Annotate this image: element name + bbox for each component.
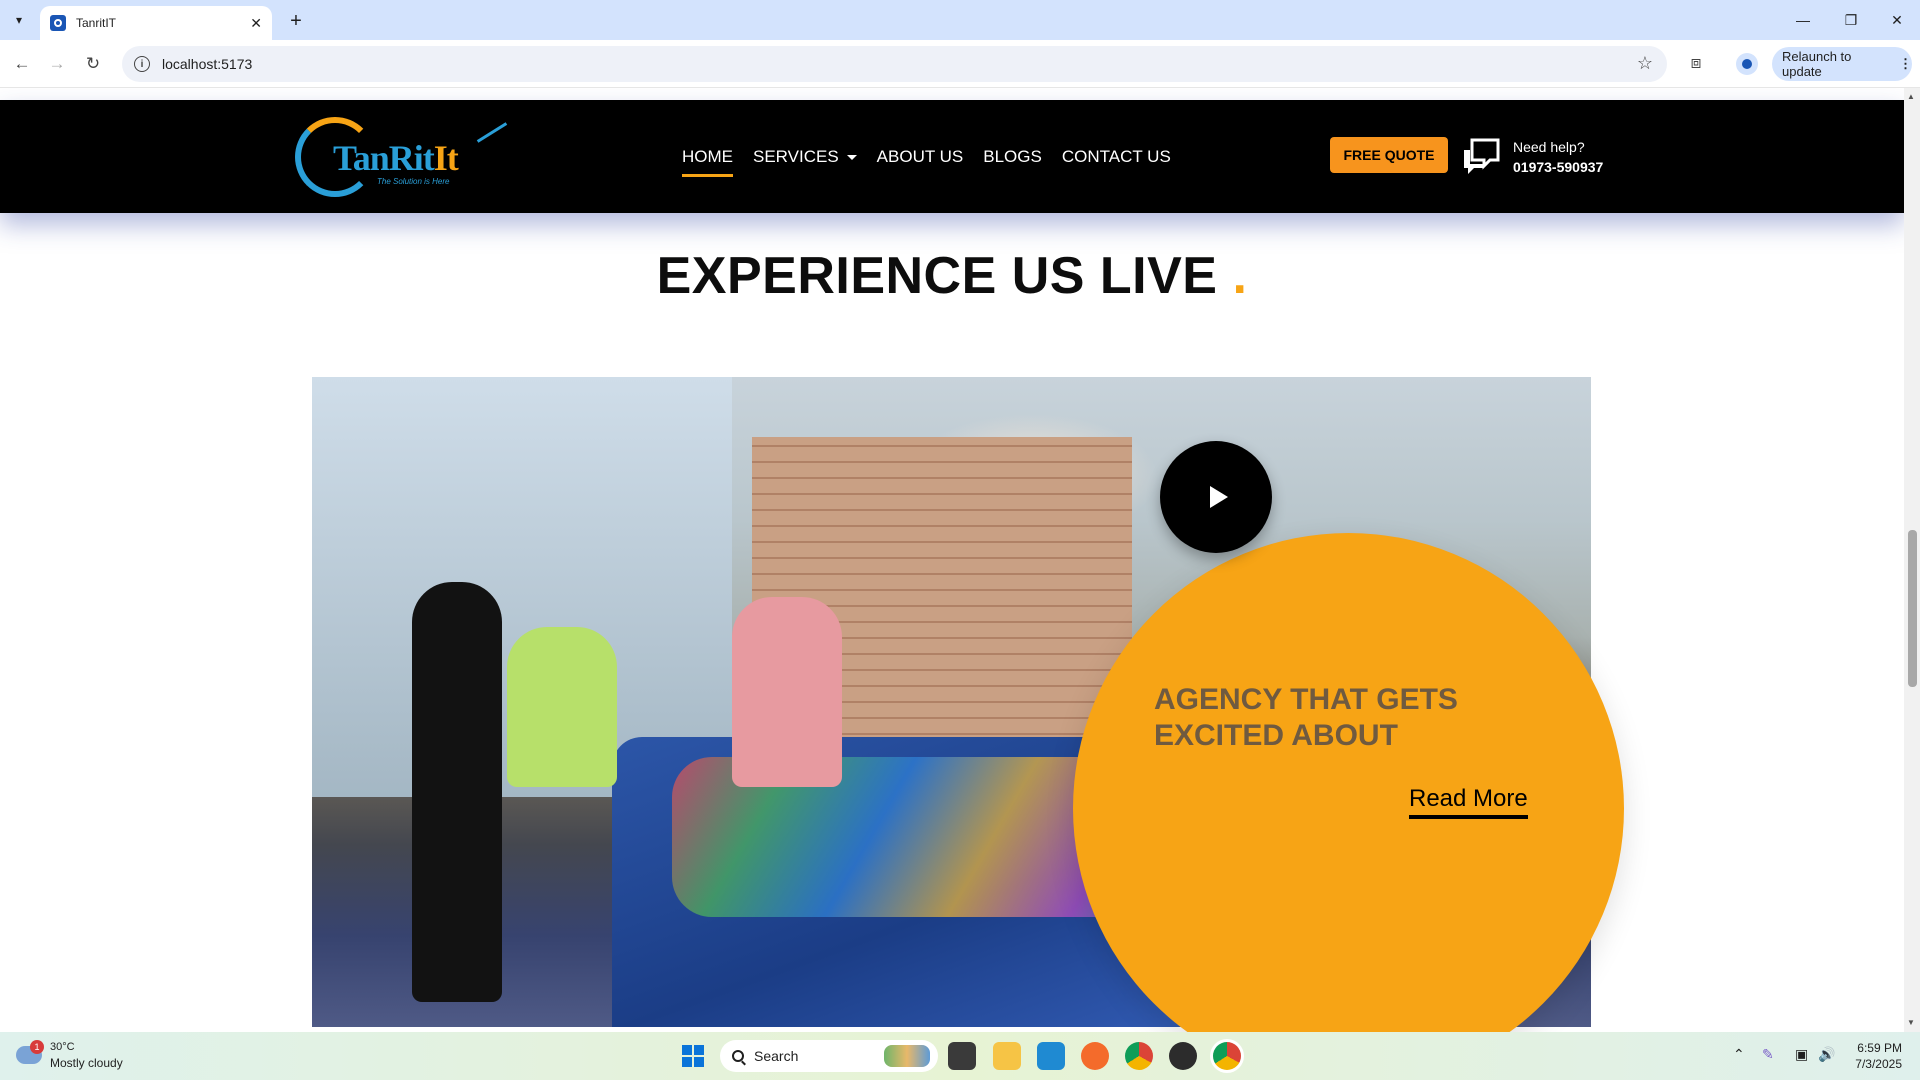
taskbar-search[interactable]: Search [720, 1040, 938, 1072]
windows-start-icon[interactable] [682, 1045, 704, 1067]
agency-heading-line-1: AGENCY THAT GETS [1154, 683, 1458, 716]
nav-blogs[interactable]: BLOGS [983, 147, 1042, 167]
postman-icon[interactable] [1081, 1042, 1109, 1070]
tab-search-icon[interactable]: ▾ [8, 9, 30, 31]
site-info-icon[interactable]: i [134, 56, 150, 72]
more-menu-icon[interactable]: ⋮ [1899, 56, 1912, 72]
relaunch-label: Relaunch to update [1782, 49, 1852, 79]
nav-services[interactable]: SERVICES [753, 147, 857, 167]
bookmark-star-icon[interactable]: ☆ [1637, 53, 1653, 74]
page-scrollbar[interactable]: ▲ ▼ [1904, 88, 1920, 1032]
search-highlight-icon [884, 1045, 930, 1067]
minimize-icon[interactable]: — [1780, 0, 1826, 40]
profile-avatar-icon[interactable] [1736, 53, 1758, 75]
close-tab-icon[interactable]: ✕ [250, 15, 262, 32]
back-icon[interactable]: ← [10, 52, 34, 76]
scrollbar-thumb[interactable] [1908, 530, 1917, 687]
task-view-icon[interactable] [948, 1042, 976, 1070]
address-bar[interactable]: i localhost:5173 ☆ [122, 46, 1667, 82]
logo-tagline: The Solution is Here [377, 177, 450, 186]
chrome-icon[interactable] [1125, 1042, 1153, 1070]
agency-heading-line-2: EXCITED ABOUT [1154, 719, 1398, 752]
new-tab-icon[interactable]: + [282, 7, 310, 35]
main-nav: HOME SERVICES ABOUT US BLOGS CONTACT US [682, 100, 1191, 213]
mongodb-compass-icon[interactable] [1169, 1042, 1197, 1070]
close-window-icon[interactable]: ✕ [1874, 0, 1920, 40]
chrome-active-icon[interactable] [1213, 1042, 1241, 1070]
logo-arrow-icon [476, 122, 508, 143]
help-phone[interactable]: 01973-590937 [1513, 157, 1603, 177]
logo-word: TanRit [333, 138, 435, 178]
extensions-icon[interactable]: ⧈ [1685, 52, 1707, 74]
tray-chevron-up-icon[interactable]: ⌃ [1733, 1046, 1745, 1063]
site-favicon-icon [50, 15, 66, 31]
section-title: EXPERIENCE US LIVE . [0, 246, 1904, 306]
clock-date: 7/3/2025 [1855, 1057, 1902, 1071]
file-explorer-icon[interactable] [993, 1042, 1021, 1070]
help-label: Need help? [1513, 139, 1585, 155]
search-icon [732, 1050, 744, 1062]
agency-heading: AGENCY THAT GETS EXCITED ABOUT [1154, 682, 1494, 754]
read-more-link[interactable]: Read More [1409, 785, 1528, 819]
weather-badge: 1 [30, 1040, 44, 1054]
section-title-dot: . [1232, 247, 1248, 305]
play-video-button[interactable] [1160, 441, 1272, 553]
weather-widget[interactable]: 1 30°C Mostly cloudy [16, 1040, 166, 1072]
page-viewport: TanRitIt The Solution is Here HOME SERVI… [0, 88, 1904, 1032]
weather-temp: 30°C [50, 1041, 75, 1053]
site-logo[interactable]: TanRitIt The Solution is Here [295, 117, 508, 201]
address-url[interactable]: localhost:5173 [162, 56, 252, 72]
system-clock[interactable]: 6:59 PM 7/3/2025 [1846, 1040, 1902, 1072]
restore-icon[interactable]: ❐ [1828, 0, 1874, 40]
chat-bubbles-icon [1464, 138, 1500, 174]
play-icon [1209, 486, 1228, 508]
nav-home[interactable]: HOME [682, 147, 733, 177]
site-header: TanRitIt The Solution is Here HOME SERVI… [0, 100, 1904, 213]
browser-toolbar: ← → ↻ i localhost:5173 ☆ ⧈ Relaunch to u… [0, 40, 1920, 88]
caret-down-icon [846, 154, 857, 160]
free-quote-button[interactable]: FREE QUOTE [1330, 137, 1448, 173]
browser-tab-strip: ▾ TanritIT ✕ + — ❐ ✕ [0, 0, 1920, 40]
weather-condition: Mostly cloudy [50, 1056, 123, 1070]
logo-word-accent: It [433, 138, 459, 178]
volume-icon[interactable]: 🔊 [1818, 1046, 1835, 1063]
scroll-up-icon[interactable]: ▲ [1907, 92, 1915, 101]
network-icon[interactable]: ▣ [1795, 1046, 1808, 1063]
tab-title: TanritIT [76, 16, 117, 30]
forward-icon[interactable]: → [45, 52, 69, 76]
vscode-icon[interactable] [1037, 1042, 1065, 1070]
pen-icon[interactable]: ✎ [1762, 1046, 1774, 1063]
reload-icon[interactable]: ↻ [81, 52, 105, 76]
taskbar: 1 30°C Mostly cloudy Search ⌃ ✎ ▣ 🔊 6:59… [0, 1032, 1920, 1080]
section-title-text: EXPERIENCE US LIVE [656, 247, 1218, 305]
nav-about-us[interactable]: ABOUT US [877, 147, 964, 167]
browser-tab[interactable]: TanritIT ✕ [40, 6, 272, 40]
help-contact: Need help? 01973-590937 [1513, 137, 1603, 177]
nav-contact-us[interactable]: CONTACT US [1062, 147, 1171, 167]
clock-time: 6:59 PM [1857, 1041, 1902, 1055]
scroll-down-icon[interactable]: ▼ [1907, 1018, 1915, 1027]
taskbar-search-label: Search [754, 1048, 799, 1064]
relaunch-button[interactable]: Relaunch to update ⋮ [1772, 47, 1912, 81]
nav-services-label: SERVICES [753, 146, 839, 166]
